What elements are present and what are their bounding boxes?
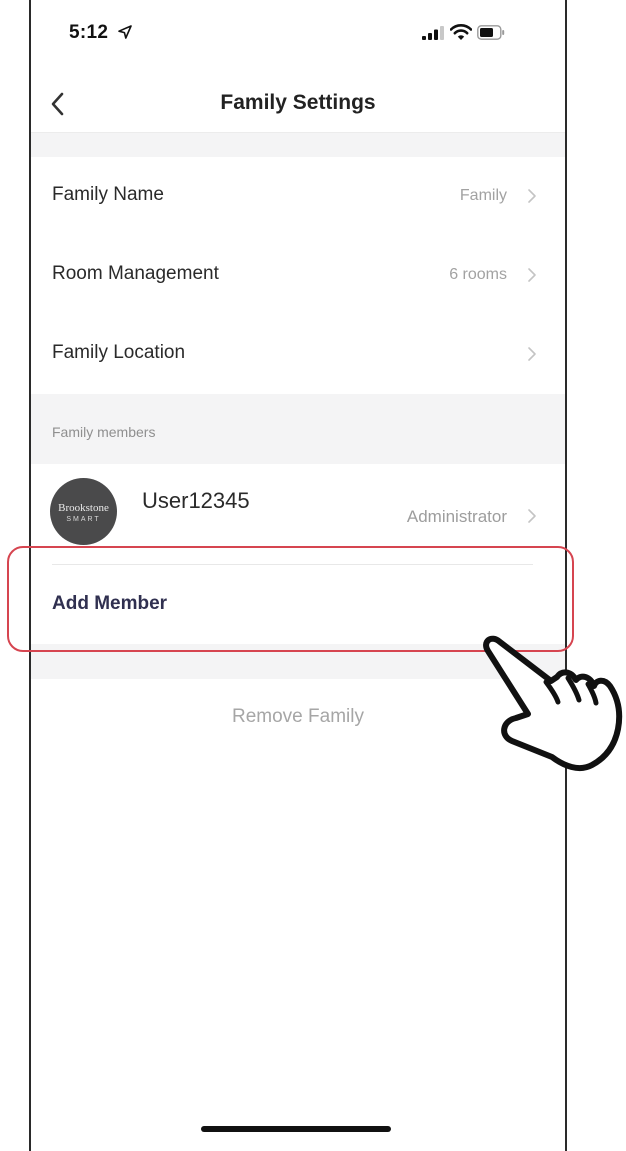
avatar: Brookstone SMART bbox=[50, 478, 117, 545]
family-settings-group: Family Name Family Room Management 6 roo… bbox=[31, 157, 565, 394]
family-location-label: Family Location bbox=[52, 342, 186, 363]
page-title: Family Settings bbox=[220, 91, 376, 114]
chevron-right-icon bbox=[528, 509, 536, 523]
add-member-button[interactable]: Add Member bbox=[31, 565, 565, 644]
status-bar: 5:12 bbox=[31, 0, 565, 78]
member-role: Administrator bbox=[406, 507, 507, 526]
location-arrow-icon bbox=[118, 25, 132, 39]
cellular-signal-icon bbox=[422, 26, 444, 40]
family-name-label: Family Name bbox=[52, 184, 164, 205]
member-name: User12345 bbox=[142, 488, 250, 513]
chevron-right-icon bbox=[528, 347, 536, 361]
family-members-group: Brookstone SMART User12345 Administrator… bbox=[31, 464, 565, 644]
avatar-logo-text: Brookstone bbox=[58, 502, 109, 514]
navigation-bar: Family Settings bbox=[31, 78, 565, 133]
add-member-label: Add Member bbox=[52, 593, 168, 614]
battery-icon bbox=[477, 25, 505, 40]
empty-content-area bbox=[31, 755, 565, 1151]
status-time: 5:12 bbox=[69, 22, 109, 43]
avatar-logo-subtext: SMART bbox=[66, 516, 101, 523]
family-members-heading: Family members bbox=[52, 424, 156, 440]
remove-family-label: Remove Family bbox=[232, 706, 364, 727]
room-management-row[interactable]: Room Management 6 rooms bbox=[31, 236, 565, 315]
phone-screen: 5:12 Family Settings Family Name Family … bbox=[29, 0, 567, 1151]
remove-family-button[interactable]: Remove Family bbox=[31, 679, 565, 755]
family-name-row[interactable]: Family Name Family bbox=[31, 157, 565, 236]
home-indicator[interactable] bbox=[201, 1126, 391, 1132]
family-location-row[interactable]: Family Location bbox=[31, 315, 565, 394]
chevron-right-icon bbox=[528, 189, 536, 203]
chevron-right-icon bbox=[528, 268, 536, 282]
wifi-icon bbox=[450, 24, 472, 40]
screenshot-stage: 5:12 Family Settings Family Name Family … bbox=[0, 0, 626, 1151]
room-management-value: 6 rooms bbox=[449, 266, 507, 283]
family-name-value: Family bbox=[459, 187, 507, 204]
room-management-label: Room Management bbox=[52, 263, 219, 284]
member-row[interactable]: Brookstone SMART User12345 Administrator bbox=[31, 464, 565, 564]
